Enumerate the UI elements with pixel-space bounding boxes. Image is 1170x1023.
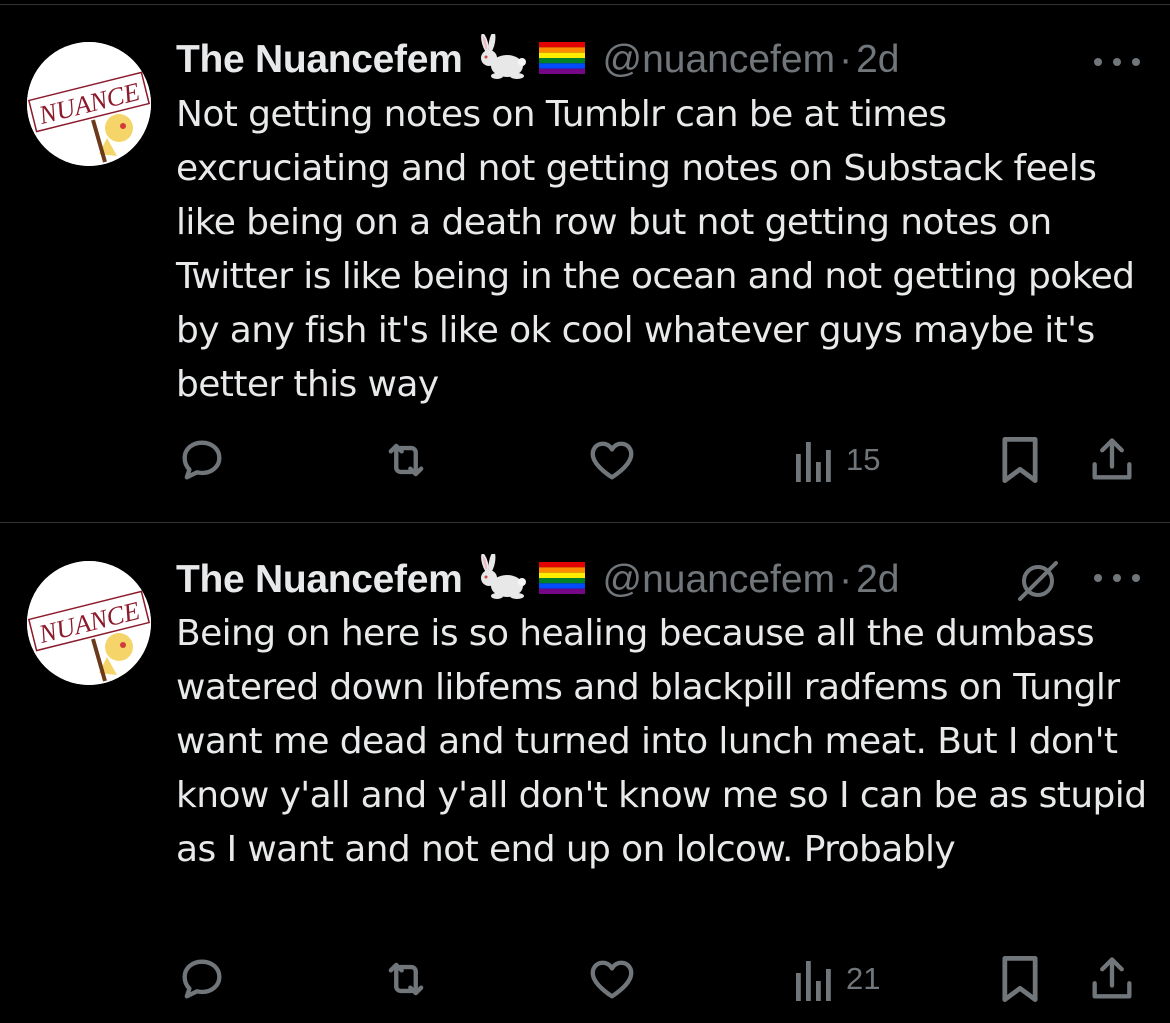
more-options-icon[interactable] (1094, 52, 1140, 72)
share-button[interactable] (1086, 430, 1138, 490)
avatar[interactable]: NUANCE (27, 42, 151, 166)
retweet-button[interactable] (380, 430, 432, 490)
share-icon (1092, 438, 1132, 480)
views-button[interactable]: 21 (792, 949, 880, 1009)
like-button[interactable] (586, 949, 638, 1009)
display-name[interactable]: The Nuancefem (176, 38, 463, 82)
rainbow-flag-icon (538, 42, 585, 78)
tweet[interactable]: NUANCE The Nuancefem (0, 0, 1170, 522)
separator-dot: · (839, 558, 853, 601)
reply-button[interactable] (176, 949, 228, 1009)
more-options-icon[interactable] (1094, 568, 1140, 588)
heart-icon (590, 960, 634, 999)
timestamp[interactable]: 2d (856, 38, 899, 82)
bookmark-icon (1002, 437, 1038, 483)
tweet-actions: 15 (176, 430, 1141, 490)
reply-button[interactable] (176, 430, 228, 490)
tweet[interactable]: NUANCE The Nuancefem (0, 523, 1170, 1023)
grok-icon[interactable] (1010, 553, 1066, 609)
bookmark-button[interactable] (996, 430, 1044, 490)
handle[interactable]: @nuancefem (603, 558, 836, 602)
views-icon (796, 442, 831, 482)
share-button[interactable] (1086, 949, 1138, 1009)
tweet-text: Not getting notes on Tumblr can be at ti… (176, 94, 1135, 405)
share-icon (1092, 957, 1132, 999)
views-count: 15 (846, 442, 881, 477)
rainbow-flag-icon (538, 562, 585, 598)
views-count: 21 (846, 961, 881, 996)
retweet-button[interactable] (380, 949, 432, 1009)
reply-icon (182, 959, 222, 999)
tweet-header: The Nuancefem @nuancefem · 2d (176, 552, 899, 602)
bookmark-icon (1002, 956, 1038, 1002)
reply-icon (182, 440, 222, 480)
tweet-header: The Nuancefem @nuancefem · 2d (176, 32, 899, 82)
display-name[interactable]: The Nuancefem (176, 558, 463, 602)
separator-dot: · (839, 38, 853, 81)
retweet-icon (388, 443, 424, 477)
retweet-icon (388, 962, 424, 996)
tweet-text: Being on here is so healing because all … (176, 613, 1147, 870)
views-button[interactable]: 15 (792, 430, 880, 490)
timestamp[interactable]: 2d (856, 558, 899, 602)
avatar[interactable]: NUANCE (27, 561, 151, 685)
heart-icon (590, 441, 634, 480)
handle[interactable]: @nuancefem (603, 38, 836, 82)
tweet-actions: 21 (176, 949, 1141, 1009)
views-icon (796, 961, 831, 1001)
bookmark-button[interactable] (996, 949, 1044, 1009)
like-button[interactable] (586, 430, 638, 490)
rabbit-icon (475, 32, 527, 86)
rabbit-icon (475, 552, 527, 606)
